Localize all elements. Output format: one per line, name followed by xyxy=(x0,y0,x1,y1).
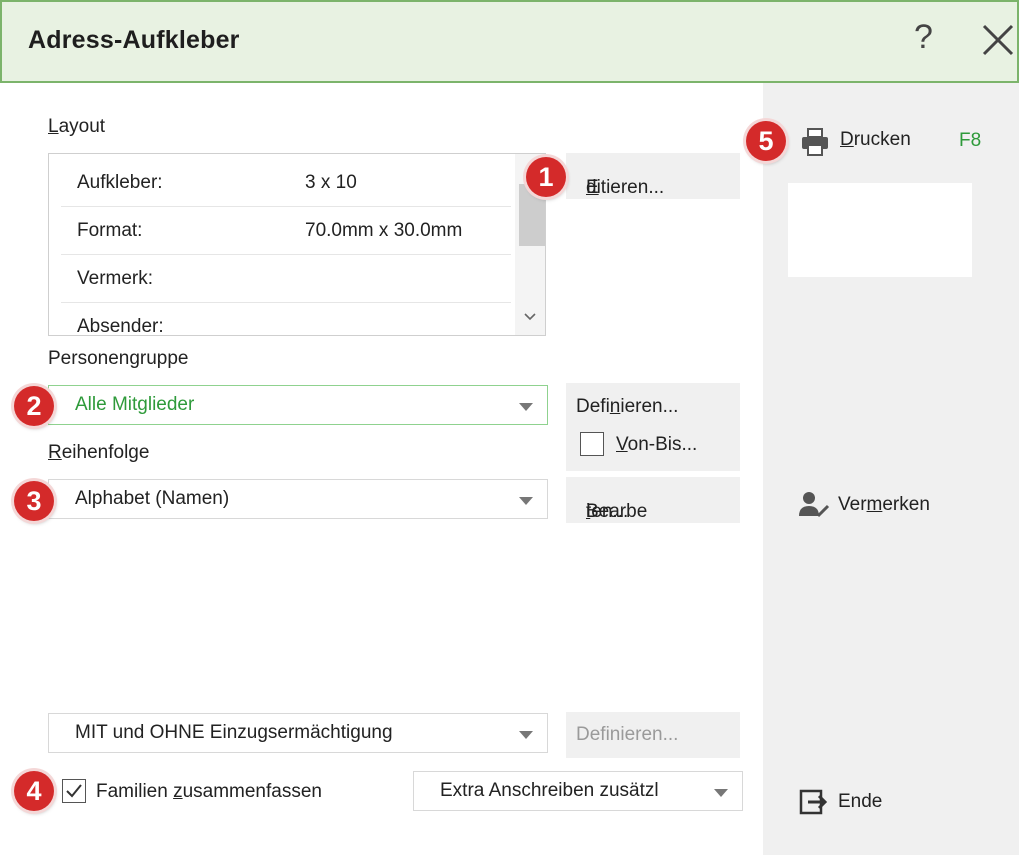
list-item[interactable]: Vermerk: xyxy=(61,254,511,303)
annotation-badge: 5 xyxy=(746,121,786,161)
von-bis-label: Von-Bis... xyxy=(616,434,698,455)
familien-label: Familien zusammenfassen xyxy=(96,781,322,802)
reihenfolge-select[interactable]: Alphabet (Namen) xyxy=(48,479,548,519)
dropdown-arrow-icon xyxy=(714,789,728,797)
layout-list[interactable]: Aufkleber: 3 x 10 Format: 70.0mm x 30.0m… xyxy=(48,153,546,336)
close-button[interactable] xyxy=(978,16,1018,56)
annotation-badge: 3 xyxy=(14,481,54,521)
print-shortcut: F8 xyxy=(959,130,982,151)
ende-button[interactable]: Ende xyxy=(798,787,948,817)
define-einzug-button[interactable]: Definieren... xyxy=(566,712,740,758)
close-icon xyxy=(982,24,1014,56)
edit-order-button[interactable]: Bearbe i ten... xyxy=(566,477,740,523)
dropdown-arrow-icon xyxy=(519,731,533,739)
familien-checkbox[interactable] xyxy=(62,779,86,803)
print-preview-area xyxy=(788,183,972,277)
chevron-down-icon[interactable] xyxy=(523,312,537,322)
dropdown-arrow-icon xyxy=(519,403,533,411)
dropdown-arrow-icon xyxy=(519,497,533,505)
list-item[interactable]: Format: 70.0mm x 30.0mm xyxy=(61,206,511,255)
list-item[interactable]: Absender: xyxy=(61,302,511,335)
user-edit-icon xyxy=(799,492,830,518)
vermerken-button[interactable]: Vermerken xyxy=(798,490,998,520)
edit-layout-button[interactable]: Editieren... xyxy=(566,153,740,199)
extra-anschreiben-select[interactable]: Extra Anschreiben zusätzl xyxy=(413,771,743,811)
annotation-badge: 2 xyxy=(14,386,54,426)
printer-icon xyxy=(802,128,828,156)
personengruppe-select[interactable]: Alle Mitglieder xyxy=(48,385,548,425)
define-group-button[interactable]: Definieren... xyxy=(576,396,678,418)
annotation-badge: 1 xyxy=(526,157,566,197)
help-button[interactable]: ? xyxy=(914,20,933,54)
von-bis-checkbox[interactable] xyxy=(580,432,604,456)
einzug-select[interactable]: MIT und OHNE Einzugsermächtigung xyxy=(48,713,548,753)
layout-label: Layout xyxy=(48,116,106,137)
reihenfolge-label: Reihenfolge xyxy=(48,442,150,463)
annotation-badge: 4 xyxy=(14,771,54,811)
window-title: Adress-Aufkleber xyxy=(28,26,240,54)
exit-icon xyxy=(799,789,828,815)
list-item[interactable]: Aufkleber: 3 x 10 xyxy=(61,158,511,207)
personengruppe-label: Personengruppe xyxy=(48,348,189,369)
checkmark-icon xyxy=(66,784,82,798)
